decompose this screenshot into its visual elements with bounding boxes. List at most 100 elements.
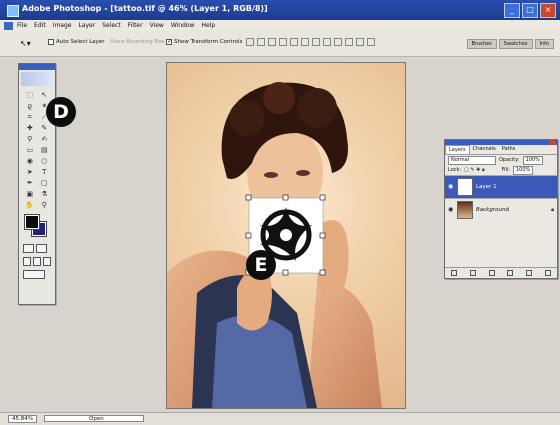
zoom-tool-icon[interactable]: ⚲ [38,200,52,210]
transform-handle[interactable] [282,194,289,201]
close-button[interactable]: × [540,3,556,18]
layer-name: Background [476,207,509,213]
blend-mode-select[interactable]: Normal [448,155,496,165]
screen-modes [19,255,55,268]
quick-mask-mode-icon[interactable] [36,244,47,253]
right-arm [307,282,382,408]
distribute-bottom-icon[interactable] [334,38,342,46]
brush-tool-icon[interactable]: ✎ [38,123,52,133]
move-tool-preset-icon[interactable]: ↖▾ [20,39,31,48]
menu-image[interactable]: Image [53,22,72,29]
align-right-icon[interactable] [301,38,309,46]
transform-handle[interactable] [282,269,289,276]
lasso-tool-icon[interactable]: ϱ [23,101,37,111]
dodge-tool-icon[interactable]: ○ [38,156,52,166]
history-brush-icon[interactable]: ✍ [38,134,52,144]
transform-handle[interactable] [319,194,326,201]
photoshop-app-icon [7,5,19,17]
photoshop-menu-icon[interactable] [4,21,13,30]
show-transform-controls-box[interactable] [166,39,172,45]
show-bounding-box-checkbox[interactable]: Show Bounding Box [110,39,165,45]
toolbox-titlebar[interactable] [19,64,55,70]
screen-mode-standard-icon[interactable] [23,257,31,266]
menu-edit[interactable]: Edit [34,22,46,29]
trash-icon[interactable] [544,270,551,276]
tab-channels[interactable]: Channels [470,145,499,154]
menu-select[interactable]: Select [102,22,121,29]
marquee-tool-icon[interactable]: ⬚ [23,90,37,100]
foreground-color-swatch[interactable] [24,214,40,230]
imageready-icon[interactable] [23,270,45,279]
show-transform-controls-checkbox[interactable]: Show Transform Controls [166,39,242,45]
new-set-icon[interactable] [488,270,495,276]
crop-tool-icon[interactable]: ⌗ [23,112,37,122]
lock-label: Lock: [448,167,462,173]
zoom-field[interactable]: 45.84% [8,415,37,423]
layer-row[interactable]: ◉ Layer 1 [445,175,557,198]
align-top-icon[interactable] [246,38,254,46]
clone-stamp-icon[interactable]: ⚲ [23,134,37,144]
layer-thumbnail [457,201,473,219]
menu-view[interactable]: View [150,22,164,29]
eyedropper-tool-icon[interactable]: ⚗ [38,189,52,199]
menu-layer[interactable]: Layer [78,22,95,29]
menu-help[interactable]: Help [202,22,216,29]
menu-file[interactable]: File [17,22,27,29]
gradient-tool-icon[interactable]: ▤ [38,145,52,155]
screen-mode-full-menu-icon[interactable] [33,257,41,266]
layer-row[interactable]: ◉ Background 🔒︎ [445,198,557,221]
layers-palette-footer [445,267,557,278]
visibility-eye-icon[interactable]: ◉ [448,184,454,190]
transform-handle[interactable] [245,194,252,201]
menu-window[interactable]: Window [171,22,195,29]
opacity-field[interactable]: 100% [522,155,543,165]
layer-mask-icon[interactable] [469,270,476,276]
screen-mode-full-icon[interactable] [43,257,51,266]
new-layer-icon[interactable] [525,270,532,276]
palette-tab-brushes[interactable]: Brushes [466,39,497,49]
visibility-eye-icon[interactable]: ◉ [448,207,454,213]
layer-style-icon[interactable] [451,270,458,276]
minimize-button[interactable]: _ [504,3,520,18]
align-bottom-icon[interactable] [268,38,276,46]
adobe-online-logo[interactable] [21,72,53,86]
auto-select-layer-checkbox[interactable]: Auto Select Layer [48,39,105,45]
standard-mode-icon[interactable] [23,244,34,253]
maximize-button[interactable]: □ [522,3,538,18]
document-info[interactable]: Open [44,415,144,422]
type-tool-icon[interactable]: T [38,167,52,177]
distribute-left-icon[interactable] [345,38,353,46]
align-left-icon[interactable] [279,38,287,46]
toolbox: ⬚ ↖ ϱ ✶ ⌗ ⟋ ✚ ✎ ⚲ ✍ ▭ ▤ ◉ ○ ➤ T ✒ ▢ ▣ ⚗ … [18,63,56,305]
pen-tool-icon[interactable]: ✒ [23,178,37,188]
distribute-right-icon[interactable] [367,38,375,46]
adjustment-layer-icon[interactable] [507,270,514,276]
notes-tool-icon[interactable]: ▣ [23,189,37,199]
auto-select-layer-box[interactable] [48,39,54,45]
menu-filter[interactable]: Filter [128,22,143,29]
transform-handle[interactable] [319,269,326,276]
hand-tool-icon[interactable]: ✋ [23,200,37,210]
document-canvas[interactable] [166,62,406,409]
tab-layers[interactable]: Layers [445,145,470,154]
shape-tool-icon[interactable]: ▢ [38,178,52,188]
transform-handle[interactable] [245,232,252,239]
window-title: Adobe Photoshop - [tattoo.tif @ 46% (Lay… [22,4,268,13]
healing-brush-icon[interactable]: ✚ [23,123,37,133]
align-hcenter-icon[interactable] [290,38,298,46]
distribute-hcenter-icon[interactable] [356,38,364,46]
align-vcenter-icon[interactable] [257,38,265,46]
eraser-tool-icon[interactable]: ▭ [23,145,37,155]
fill-field[interactable]: 100% [513,165,534,175]
distribute-vcenter-icon[interactable] [323,38,331,46]
distribute-top-icon[interactable] [312,38,320,46]
palette-tab-info[interactable]: Info [534,39,554,49]
close-icon[interactable] [550,140,555,145]
transform-handle[interactable] [319,232,326,239]
palette-tab-swatches[interactable]: Swatches [498,39,533,49]
path-selection-icon[interactable]: ➤ [23,167,37,177]
tab-paths[interactable]: Paths [499,145,519,154]
blur-tool-icon[interactable]: ◉ [23,156,37,166]
move-tool-icon[interactable]: ↖ [38,90,52,100]
lock-icons[interactable]: ▢ ✎ ✚ 🔒︎ [464,167,485,173]
